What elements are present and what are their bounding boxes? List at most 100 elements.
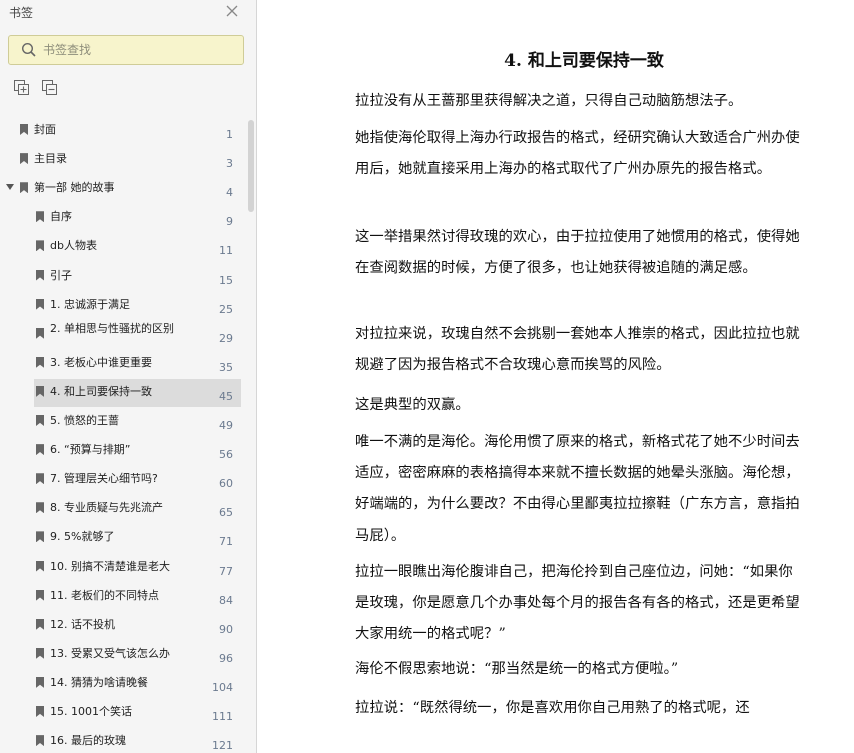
bookmark-item[interactable]: 主目录 3 xyxy=(0,146,246,174)
bookmark-label: 3. 老板心中谁更重要 xyxy=(50,355,152,369)
bookmark-page-number: 3 xyxy=(226,157,233,171)
paragraph: 拉拉一眼瞧出海伦腹诽自己，把海伦拎到自己座位边，问她：“如果你是玫瑰，你是愿意几… xyxy=(355,564,800,643)
bookmark-icon xyxy=(36,735,44,747)
bookmark-item[interactable]: 9. 5%就够了 71 xyxy=(0,524,246,552)
bookmark-label: 引子 xyxy=(50,268,72,282)
bookmark-label: 1. 忠诚源于满足 xyxy=(50,297,130,311)
bookmark-icon xyxy=(36,589,44,601)
bookmark-item[interactable]: 5. 愤怒的王蔷 49 xyxy=(0,408,246,436)
bookmark-icon xyxy=(36,415,44,426)
bookmark-item[interactable]: 2. 单相思与性骚扰的区别 29 xyxy=(0,321,246,349)
bookmark-label: 11. 老板们的不同特点 xyxy=(50,588,159,602)
bookmark-label: 2. 单相思与性骚扰的区别 xyxy=(50,321,174,335)
bookmark-page-number: 96 xyxy=(219,651,233,665)
bookmark-page-number: 29 xyxy=(219,331,233,345)
bookmark-page-number: 84 xyxy=(219,593,233,607)
bookmark-icon xyxy=(20,153,28,165)
bookmark-icon xyxy=(36,531,44,543)
paragraph: 拉拉没有从王蔷那里获得解决之道，只得自己动脑筋想法子。 xyxy=(355,93,743,109)
bookmark-item[interactable]: 3. 老板心中谁更重要 35 xyxy=(0,350,246,378)
paragraph: 这是典型的双赢。 xyxy=(355,397,470,413)
bookmark-item[interactable]: 11. 老板们的不同特点 84 xyxy=(0,583,246,611)
paragraph: 她指使海伦取得上海办行政报告的格式，经研究确认大致适合广州办使用后，她就直接采用… xyxy=(355,130,800,178)
bookmark-label: 6. “预算与排期” xyxy=(50,443,131,457)
bookmark-page-number: 60 xyxy=(219,477,233,491)
bookmark-icon xyxy=(36,502,44,514)
paragraph: 对拉拉来说，玫瑰自然不会挑剔一套她本人推崇的格式，因此拉拉也就规避了因为报告格式… xyxy=(355,326,800,374)
expand-caret-icon[interactable] xyxy=(6,184,14,191)
bookmark-tree: 封面 1 主目录 3 第一部 她的故事 4 自序 9 db人物表 11 引子 15 1. 忠诚源于满足 2… xyxy=(0,0,246,753)
bookmark-label: 8. 专业质疑与先兆流产 xyxy=(50,501,163,515)
bookmark-item[interactable]: 13. 受累又受气该怎么办 96 xyxy=(0,641,246,669)
paragraph: 唯一不满的是海伦。海伦用惯了原来的格式，新格式花了她不少时间去适应，密密麻麻的表… xyxy=(355,434,800,544)
bookmark-page-number: 71 xyxy=(219,535,233,549)
bookmark-page-number: 1 xyxy=(226,128,233,141)
bookmark-item[interactable]: 7. 管理层关心细节吗? 60 xyxy=(0,466,246,494)
bookmark-item[interactable]: 自序 9 xyxy=(0,204,246,232)
bookmark-page-number: 65 xyxy=(219,506,233,520)
bookmark-item[interactable]: 第一部 她的故事 4 xyxy=(0,175,246,203)
bookmark-page-number: 77 xyxy=(219,564,233,578)
paragraph: 海伦不假思索地说：“那当然是统一的格式方便啦。” xyxy=(355,661,679,677)
bookmark-item[interactable]: 引子 15 xyxy=(0,263,246,291)
bookmark-icon xyxy=(36,327,44,339)
bookmark-page-number: 45 xyxy=(219,389,233,403)
bookmark-page-number: 111 xyxy=(212,710,233,723)
bookmark-item[interactable]: 1. 忠诚源于满足 25 xyxy=(0,292,246,320)
bookmark-icon xyxy=(36,473,44,485)
bookmark-item[interactable]: 16. 最后的玫瑰 121 xyxy=(0,728,246,753)
bookmark-icon xyxy=(36,560,44,572)
paragraph: 这一举措果然讨得玫瑰的欢心，由于拉拉使用了她惯用的格式，使得她在查阅数据的时候，… xyxy=(355,229,800,277)
bookmark-icon xyxy=(36,706,44,717)
bookmark-icon xyxy=(36,647,44,659)
bookmark-label: 7. 管理层关心细节吗? xyxy=(50,472,158,486)
bookmark-page-number: 9 xyxy=(226,215,233,229)
paragraph: 拉拉说：“既然得统一，你是喜欢用你自己用熟了的格式呢，还 xyxy=(355,700,750,716)
bookmark-page-number: 104 xyxy=(212,680,233,694)
bookmark-page-number: 56 xyxy=(219,448,233,462)
bookmark-item[interactable]: 4. 和上司要保持一致 45 xyxy=(0,378,246,407)
bookmark-item[interactable]: 封面 1 xyxy=(0,117,246,145)
bookmark-page-number: 25 xyxy=(219,302,233,316)
bookmark-label: db人物表 xyxy=(50,239,97,253)
bookmark-icon xyxy=(36,356,44,368)
bookmark-page-number: 49 xyxy=(219,419,233,432)
bookmark-label: 自序 xyxy=(50,210,72,224)
bookmark-icon xyxy=(36,444,44,456)
bookmark-item[interactable]: 8. 专业质疑与先兆流产 65 xyxy=(0,495,246,523)
bookmark-page-number: 35 xyxy=(219,360,233,374)
bookmark-icon xyxy=(36,240,44,252)
bookmark-label: 14. 猜猜为啥请晚餐 xyxy=(50,675,148,689)
bookmark-label: 4. 和上司要保持一致 xyxy=(50,384,152,398)
bookmark-item[interactable]: 14. 猜猜为啥请晚餐 104 xyxy=(0,670,246,698)
bookmark-item[interactable]: 10. 别搞不清楚谁是老大 77 xyxy=(0,554,246,582)
document-page: 4. 和上司要保持一致 拉拉没有从王蔷那里获得解决之道，只得自己动脑筋想法子。 … xyxy=(258,0,854,753)
bookmark-item[interactable]: db人物表 11 xyxy=(0,233,246,261)
bookmark-page-number: 121 xyxy=(212,739,233,753)
bookmark-label: 10. 别搞不清楚谁是老大 xyxy=(50,559,170,573)
bookmark-page-number: 4 xyxy=(226,186,233,200)
bookmark-icon xyxy=(36,269,44,281)
bookmark-label: 15. 1001个笑话 xyxy=(50,705,132,718)
bookmark-label: 封面 xyxy=(34,123,56,136)
bookmark-label: 主目录 xyxy=(34,152,67,166)
bookmark-item[interactable]: 6. “预算与排期” 56 xyxy=(0,437,246,465)
bookmark-page-number: 90 xyxy=(219,622,233,636)
bookmark-page-number: 15 xyxy=(219,273,233,287)
bookmark-icon xyxy=(36,298,44,310)
scrollbar-thumb[interactable] xyxy=(248,120,254,212)
bookmark-icon xyxy=(36,211,44,223)
bookmark-label: 5. 愤怒的王蔷 xyxy=(50,414,119,427)
bookmark-label: 13. 受累又受气该怎么办 xyxy=(50,646,170,660)
bookmark-label: 第一部 她的故事 xyxy=(34,181,115,195)
bookmark-icon xyxy=(20,124,28,135)
bookmark-icon xyxy=(36,618,44,630)
bookmark-icon xyxy=(20,182,28,194)
bookmark-item[interactable]: 15. 1001个笑话 111 xyxy=(0,699,246,727)
bookmark-panel: 书签 封面1主目录3第一部 她的故事4自序9db人物表11引子151. 忠诚源于… xyxy=(0,0,257,753)
bookmark-label: 16. 最后的玫瑰 xyxy=(50,734,126,748)
bookmark-item[interactable]: 12. 话不投机 90 xyxy=(0,612,246,640)
bookmark-scrollbar[interactable] xyxy=(248,118,255,753)
bookmark-label: 9. 5%就够了 xyxy=(50,530,115,544)
chapter-title: 4. 和上司要保持一致 xyxy=(504,51,664,71)
